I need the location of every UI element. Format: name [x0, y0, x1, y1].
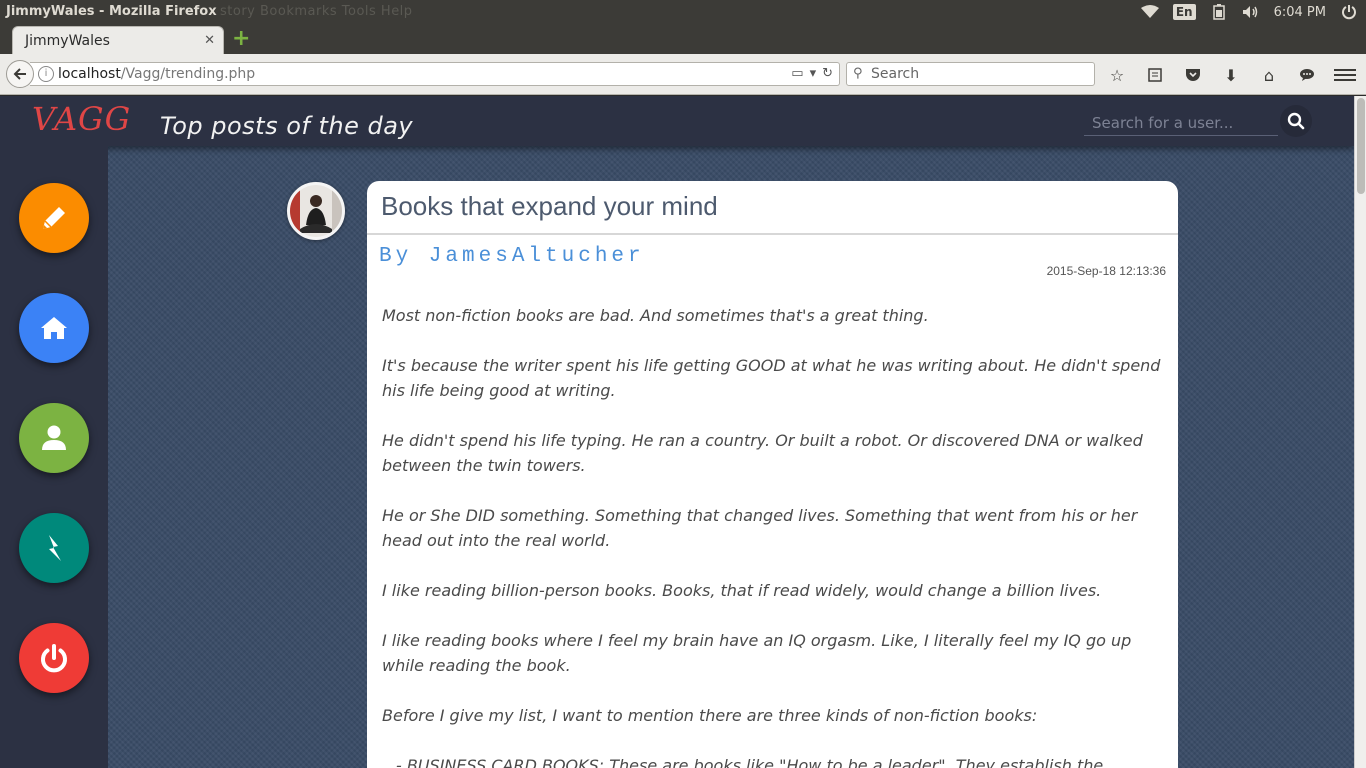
bookmark-star-icon[interactable]: ☆ [1106, 64, 1128, 86]
bookmarks-list-icon[interactable] [1144, 64, 1166, 86]
system-tray: En 6:04 PM [1140, 2, 1358, 22]
brand-logo[interactable]: VAGG [32, 100, 131, 138]
ghost-menu-bar: story Bookmarks Tools Help [220, 4, 413, 19]
close-tab-icon[interactable]: ✕ [204, 33, 215, 48]
user-search-button[interactable] [1280, 105, 1312, 137]
hamburger-menu-icon[interactable] [1334, 64, 1356, 86]
post-paragraph: Before I give my list, I want to mention… [382, 706, 1038, 725]
back-button[interactable] [6, 60, 34, 88]
url-text[interactable]: localhost/Vagg/trending.php [58, 66, 255, 82]
browser-search-box[interactable]: ⚲ [846, 62, 1095, 86]
home-button[interactable] [19, 293, 89, 363]
window-title: JimmyWales - Mozilla Firefox [6, 4, 217, 19]
logout-button[interactable] [19, 623, 89, 693]
post-body: Most non-fiction books are bad. And some… [382, 303, 1172, 768]
browser-search-input[interactable] [871, 65, 1086, 83]
lightning-icon [49, 535, 61, 561]
pencil-icon [43, 207, 65, 229]
tab-strip: JimmyWales ✕ + [0, 24, 1366, 54]
search-icon: ⚲ [853, 66, 863, 81]
power-settings-icon[interactable] [1340, 3, 1358, 21]
compose-button[interactable] [19, 183, 89, 253]
post-card: Books that expand your mind By JamesAltu… [367, 181, 1178, 768]
page-scrollbar[interactable] [1354, 96, 1366, 768]
user-search-input[interactable] [1084, 110, 1278, 136]
profile-button[interactable] [19, 403, 89, 473]
url-host: localhost [58, 66, 121, 82]
post-paragraph: It's because the writer spent his life g… [382, 356, 1161, 400]
home-icon[interactable]: ⌂ [1258, 64, 1280, 86]
keyboard-layout-badge[interactable]: En [1172, 4, 1196, 20]
tab-title: JimmyWales [25, 33, 110, 49]
navigation-toolbar: i localhost/Vagg/trending.php ▭ ▾ ↻ ⚲ ☆ … [0, 54, 1366, 95]
author-avatar[interactable] [287, 182, 345, 240]
post-date: 2015-Sep-18 12:13:36 [1046, 264, 1166, 278]
post-paragraph: Most non-fiction books are bad. And some… [382, 306, 929, 325]
trending-button[interactable] [19, 513, 89, 583]
post-paragraph: - BUSINESS CARD BOOKS: These are books l… [396, 756, 1104, 768]
scrollbar-thumb[interactable] [1357, 98, 1365, 194]
url-path: /Vagg/trending.php [120, 66, 256, 82]
page-title: Top posts of the day [160, 112, 414, 140]
power-icon [41, 644, 67, 673]
post-paragraph: I like reading billion-person books. Boo… [382, 581, 1102, 600]
battery-icon[interactable] [1210, 3, 1228, 21]
history-dropdown-icon[interactable]: ▾ [810, 66, 817, 81]
post-paragraph: I like reading books where I feel my bra… [382, 631, 1132, 675]
post-title[interactable]: Books that expand your mind [381, 191, 718, 222]
url-bar[interactable]: i localhost/Vagg/trending.php ▭ ▾ ↻ [30, 62, 840, 86]
home-icon [41, 317, 67, 339]
reload-icon[interactable]: ↻ [822, 66, 833, 81]
post-paragraph: He didn't spend his life typing. He ran … [382, 431, 1143, 475]
site-info-icon[interactable]: i [38, 66, 54, 82]
downloads-icon[interactable]: ⬇ [1220, 64, 1242, 86]
wifi-icon[interactable] [1140, 3, 1159, 21]
os-top-bar: JimmyWales - Mozilla Firefox story Bookm… [0, 0, 1366, 24]
url-actions: ▭ ▾ ↻ [791, 66, 833, 81]
user-icon [42, 425, 66, 450]
post-paragraph: He or She DID something. Something that … [382, 506, 1138, 550]
reader-view-icon[interactable]: ▭ [791, 66, 803, 81]
app-header: VAGG Top posts of the day [0, 96, 1354, 146]
search-icon [1287, 112, 1305, 130]
sidebar [0, 146, 108, 768]
pocket-icon[interactable] [1182, 64, 1204, 86]
chat-icon[interactable] [1296, 64, 1318, 86]
page-viewport: VAGG Top posts of the day Search for a u… [0, 96, 1354, 768]
clock[interactable]: 6:04 PM [1274, 5, 1326, 20]
toolbar-icons: ☆ ⬇ ⌂ [1106, 64, 1318, 86]
volume-icon[interactable] [1242, 3, 1260, 21]
new-tab-icon[interactable]: + [232, 28, 250, 50]
browser-tab[interactable]: JimmyWales ✕ [12, 26, 224, 54]
post-divider [367, 233, 1178, 235]
post-author[interactable]: By JamesAltucher [379, 245, 645, 268]
